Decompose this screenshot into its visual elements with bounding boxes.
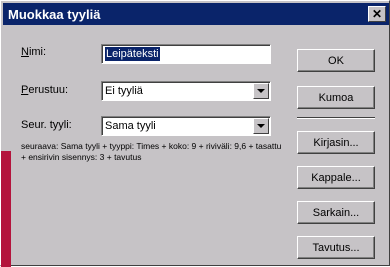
name-label-rest: imi: [28,46,47,58]
cancel-button-label: Kumoa [318,91,354,104]
next-style-value: Sama tyyli [105,120,156,132]
tabs-button[interactable]: Sarkain... [297,201,375,224]
paragraph-button[interactable]: Kappale... [297,166,375,189]
based-on-value: Ei tyyliä [105,85,143,97]
dialog-title: Muokkaa tyyliä [8,6,101,22]
based-on-dropdown-button[interactable] [253,83,269,99]
next-style-label: Seur. tyyli: [21,119,72,131]
hyphenation-button[interactable]: Tavutus... [297,236,375,259]
next-style-dropdown-button[interactable] [253,118,269,134]
tabs-button-label: Sarkain... [312,206,360,219]
cancel-button[interactable]: Kumoa [297,86,375,109]
ok-button-label: OK [328,54,344,67]
hyphenation-button-label: Tavutus... [312,241,360,254]
next-style-select[interactable]: Sama tyyli [101,116,271,136]
next-style-label-text: Seur. tyyli: [21,119,72,131]
name-input-value: Leipäteksti [105,47,160,61]
edit-style-dialog: Muokkaa tyyliä ✕ Nimi: Leipäteksti Perus… [0,0,390,267]
style-description: seuraava: Sama tyyli + tyyppi: Times + k… [21,141,282,162]
name-label: Nimi: [21,46,47,58]
title-bar[interactable]: Muokkaa tyyliä ✕ [3,3,389,25]
based-on-label-rest: erustuu: [28,84,69,96]
name-input[interactable]: Leipäteksti [101,44,271,64]
based-on-select[interactable]: Ei tyyliä [101,81,271,101]
font-button-label: Kirjasin... [313,136,359,149]
chevron-down-icon [257,89,265,93]
accent-strip [1,151,11,267]
font-button[interactable]: Kirjasin... [297,131,375,154]
ok-button[interactable]: OK [297,49,375,72]
chevron-down-icon [257,124,265,128]
button-separator [297,117,375,119]
close-icon: ✕ [371,7,383,21]
based-on-label: Perustuu: [21,84,69,96]
close-button[interactable]: ✕ [368,6,386,22]
paragraph-button-label: Kappale... [311,171,361,184]
